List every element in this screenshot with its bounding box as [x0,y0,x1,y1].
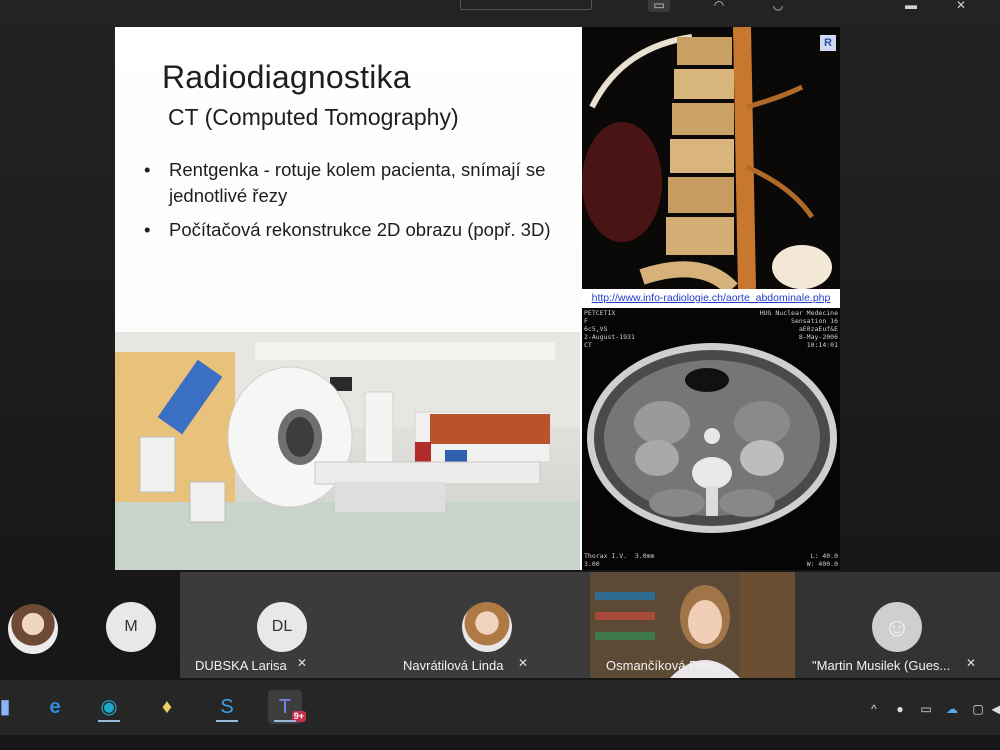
screen: ▭ ◠ ◡ ▬ ✕ Radiodiagnostika CT (Computed … [0,0,1000,750]
bullet-glyph: • [144,219,151,240]
tips-icon[interactable]: ♦ [150,690,184,724]
shared-slide: Radiodiagnostika CT (Computed Tomography… [115,27,840,570]
participant-avatar[interactable]: M [106,602,156,652]
participant-avatar[interactable] [462,602,512,652]
spine-badge: R [820,35,836,51]
share-icon[interactable]: ◡ [767,0,789,12]
participant-name: Navrátilová Linda [403,658,504,673]
bullet-text: Počítačová rekonstrukce 2D obrazu (popř.… [169,219,551,240]
edge-icon[interactable]: ◉ [92,690,126,724]
mic-off-icon: ✕ [518,656,529,670]
skype-icon[interactable]: S [210,690,244,724]
bullet-item: • Počítačová rekonstrukce 2D obrazu (popř… [142,217,562,243]
mic-off-icon: ✕ [297,656,308,670]
battery-icon[interactable]: ▭ [918,702,934,716]
slide-bullets: • Rentgenka - rotuje kolem pacienta, sním… [142,157,562,251]
scan-info-bottom-left: Thorax I.V. 3.0mm 3.00 [584,552,655,568]
scan-info-top-right: HUG Nuclear Medecine Sensation 16 aE0zaE… [759,309,838,349]
mic-icon[interactable]: ✕ [950,0,972,12]
slide-title: Radiodiagnostika [162,59,411,95]
monitor-icon[interactable]: ▢ [970,702,986,716]
meeting-toolbar: ▭ ◠ ◡ ▬ ✕ [0,0,1000,14]
spine-3d-image: R [582,27,840,289]
participant-avatar[interactable]: DL [257,602,307,652]
mic-off-icon: ✕ [966,656,977,670]
active-indicator [98,720,120,722]
participant-name: "Martin Musilek (Gues... [812,658,951,673]
speaker-icon[interactable]: ◀ [988,702,1000,716]
participant-avatar[interactable] [8,604,58,654]
slide-text-area: Radiodiagnostika CT (Computed Tomography… [115,27,580,570]
ct-room-illustration [115,332,580,570]
guest-avatar-icon[interactable]: ☺ [872,602,922,652]
bullet-text: Rentgenka - rotuje kolem pacienta, sníma… [169,159,546,206]
scan-info-top-left: PETCETIX F 6c5,VS 2-August-1931 CT [584,309,635,349]
ct-room-photo [115,332,580,570]
window-icon[interactable]: ▮ [0,690,22,724]
user-icon[interactable]: ● [892,702,908,716]
toolbar-field[interactable] [460,0,592,10]
active-indicator [216,720,238,722]
chevron-up-icon[interactable]: ^ [866,702,882,716]
windows-taskbar: ▮ e ◉ ♦ S T 9+ ^ ● ▭ ☁ ▢ ◀ [0,680,1000,735]
slide-subtitle: CT (Computed Tomography) [168,104,459,130]
internet-explorer-icon[interactable]: e [38,690,72,724]
screen-bezel [0,735,1000,750]
cloud-icon[interactable]: ☁ [944,702,960,716]
source-link[interactable]: http://www.info-radiologie.ch/aorte_abdo… [582,289,840,307]
chat-icon[interactable]: ▭ [648,0,670,12]
camera-icon[interactable]: ▬ [900,0,922,12]
participants-strip: M DL DUBSKA Larisa ✕ Navrátilová Linda ✕… [0,572,1000,678]
react-icon[interactable]: ◠ [708,0,730,12]
spine-3d-illustration [582,27,832,289]
bullet-item: • Rentgenka - rotuje kolem pacienta, sním… [142,157,562,209]
participant-name: Osmančíková Petra [606,658,721,673]
scan-info-bottom-right: L: 40.0 W: 400.0 [806,552,838,568]
participant-name: DUBSKA Larisa [195,658,287,673]
bullet-glyph: • [144,159,151,180]
teams-icon[interactable]: T 9+ [268,690,306,724]
ct-axial-scan: PETCETIX F 6c5,VS 2-August-1931 CT HUG N… [582,308,840,570]
active-indicator [274,720,296,722]
